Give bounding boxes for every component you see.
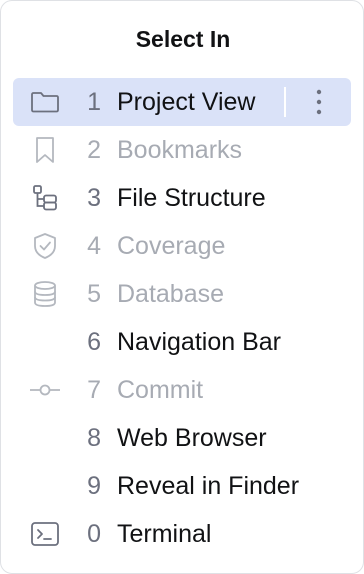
list-item-terminal[interactable]: 0 Terminal: [13, 510, 351, 558]
navigation-bar-icon-slot: [25, 318, 65, 366]
item-number: 9: [87, 471, 101, 500]
item-number: 3: [87, 183, 101, 212]
list-item-web-browser[interactable]: 8 Web Browser: [13, 414, 351, 462]
item-label: Commit: [117, 375, 204, 404]
select-in-list: 1 Project View 2 Bookmarks 3 File Struct…: [13, 78, 351, 558]
item-number: 0: [87, 519, 101, 548]
folder-icon: [25, 78, 65, 126]
structure-icon: [25, 174, 65, 222]
item-number: 4: [87, 231, 101, 260]
item-label: File Structure: [117, 183, 266, 212]
item-label: Bookmarks: [117, 135, 243, 164]
popup-title: Select In: [135, 26, 231, 52]
list-item-database[interactable]: 5 Database: [13, 270, 351, 318]
item-number: 1: [87, 87, 101, 116]
item-label: Project View: [117, 87, 256, 116]
bookmark-icon: [25, 126, 65, 174]
item-label: Navigation Bar: [117, 327, 281, 356]
item-label: Reveal in Finder: [117, 471, 300, 500]
list-item-commit[interactable]: 7 Commit: [13, 366, 351, 414]
list-item-bookmarks[interactable]: 2 Bookmarks: [13, 126, 351, 174]
item-number: 2: [87, 135, 101, 164]
reveal-in-finder-icon-slot: [25, 462, 65, 510]
item-label: Web Browser: [117, 423, 267, 452]
select-in-popup: Select In 1 Project View 2 Bookmarks 3 F…: [0, 0, 364, 574]
web-browser-icon-slot: [25, 414, 65, 462]
terminal-icon: [25, 510, 65, 558]
divider: [284, 87, 286, 117]
shield-icon: [25, 222, 65, 270]
list-item-reveal-in-finder[interactable]: 9 Reveal in Finder: [13, 462, 351, 510]
commit-icon: [25, 366, 65, 414]
list-item-file-structure[interactable]: 3 File Structure: [13, 174, 351, 222]
item-number: 6: [87, 327, 101, 356]
list-item-project-view[interactable]: 1 Project View: [13, 78, 351, 126]
item-number: 8: [87, 423, 101, 452]
more-options-icon[interactable]: [299, 78, 339, 126]
item-label: Database: [117, 279, 225, 308]
item-number: 7: [87, 375, 101, 404]
list-item-navigation-bar[interactable]: 6 Navigation Bar: [13, 318, 351, 366]
list-item-coverage[interactable]: 4 Coverage: [13, 222, 351, 270]
item-label: Terminal: [117, 519, 212, 548]
item-number: 5: [87, 279, 101, 308]
item-label: Coverage: [117, 231, 226, 260]
database-icon: [25, 270, 65, 318]
